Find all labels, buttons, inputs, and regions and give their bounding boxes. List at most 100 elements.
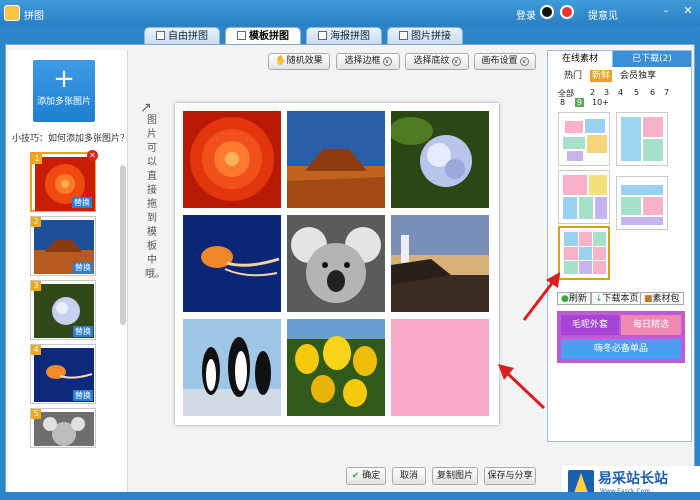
app-logo-icon (4, 5, 20, 21)
tab-label: 海报拼图 (330, 31, 370, 42)
close-window-icon[interactable]: ✕ (680, 4, 696, 18)
swap-button[interactable]: 替换 (73, 262, 93, 273)
select-background-dropdown[interactable]: 选择底纹 v (405, 53, 469, 70)
swap-button[interactable]: 替换 (73, 390, 93, 401)
login-link[interactable]: 登录 (516, 7, 536, 22)
thumb-number: 2 (31, 217, 41, 227)
refresh-label: 刷新 (568, 294, 587, 304)
list-item[interactable]: 2 替换 (30, 216, 96, 276)
copy-image-button[interactable]: 复制图片 (432, 467, 478, 485)
drag-hint-text: 图片可以直接拖到模板中哦。 (145, 115, 165, 280)
list-item[interactable]: 3 替换 (30, 280, 96, 340)
package-icon: ■ (644, 294, 653, 304)
count-6[interactable]: 6 (650, 88, 655, 97)
promo-wool-coat[interactable]: 毛呢外套 (561, 315, 619, 335)
select-border-label: 选择边框 (344, 56, 381, 66)
collage-cell-jellyfish[interactable] (183, 215, 281, 312)
collage-cell-lighthouse[interactable] (391, 215, 489, 312)
filter-new[interactable]: 新鲜 (590, 70, 613, 82)
template-item[interactable] (616, 176, 668, 230)
tab-poster-collage[interactable]: 海报拼图 (306, 27, 382, 45)
material-pack-button[interactable]: ■素材包 (640, 292, 684, 305)
promo-daily-pick[interactable]: 每日精选 (621, 315, 681, 335)
count-4[interactable]: 4 (618, 88, 623, 97)
confirm-button[interactable]: ✔ 确定 (346, 467, 386, 485)
count-2[interactable]: 2 (590, 88, 595, 97)
feedback-link[interactable]: 提意见 (588, 7, 618, 22)
collage-cell-tulips[interactable] (287, 319, 385, 416)
chevron-down-icon: v (451, 57, 461, 66)
watermark-title: 易采站长站 (598, 471, 668, 487)
count-7[interactable]: 7 (664, 88, 669, 97)
promo-winter-items[interactable]: 嗨冬必备单品 (561, 339, 681, 359)
list-item[interactable]: 4 替换 (30, 344, 96, 404)
download-page-button[interactable]: ↓下载本页 (591, 292, 643, 305)
collage-cell-desert[interactable] (287, 111, 385, 208)
template-item[interactable] (616, 112, 668, 166)
add-images-label: 添加多张图片 (36, 97, 91, 107)
canvas-settings-dropdown[interactable]: 画布设置 v (474, 53, 536, 70)
download-icon: ↓ (595, 294, 603, 304)
cancel-label: 取消 (399, 471, 418, 481)
weibo-icon[interactable] (560, 5, 574, 19)
save-share-button[interactable]: 保存与分享 (484, 467, 536, 485)
stitch-icon (399, 31, 408, 40)
check-icon: ✔ (351, 471, 360, 481)
random-effect-button[interactable]: ✋随机效果 (268, 53, 330, 70)
material-pack-label: 素材包 (652, 294, 680, 304)
plus-icon: + (53, 64, 75, 94)
chevron-down-icon: v (382, 57, 392, 66)
koala-photo (34, 412, 94, 446)
filter-hot[interactable]: 热门 (562, 70, 584, 82)
save-share-label: 保存与分享 (487, 471, 533, 481)
title-bar: 拼图 登录 提意见 – ✕ (0, 0, 700, 26)
bottom-strip (0, 492, 700, 500)
qq-icon[interactable] (540, 5, 554, 19)
thumb-number: 4 (31, 345, 41, 355)
canvas-settings-label: 画布设置 (481, 56, 518, 66)
cancel-button[interactable]: 取消 (392, 467, 426, 485)
count-3[interactable]: 3 (604, 88, 609, 97)
delete-icon[interactable]: ✕ (87, 150, 98, 161)
template-item[interactable] (558, 112, 610, 166)
tab-online-materials[interactable]: 在线素材 (548, 51, 613, 67)
select-border-dropdown[interactable]: 选择边框 v (336, 53, 400, 70)
minimize-icon[interactable]: – (658, 4, 674, 18)
collage-cell-hydrangea[interactable] (391, 111, 489, 208)
tab-image-stitch[interactable]: 图片拼接 (387, 27, 463, 45)
tab-label: 模板拼图 (249, 31, 289, 42)
tip-link[interactable]: 小技巧：如何添加多张图片？ (12, 131, 129, 144)
promo-banner[interactable]: 毛呢外套 每日精选 嗨冬必备单品 (557, 311, 685, 363)
thumb-scrollbar[interactable] (120, 165, 126, 325)
filter-vip[interactable]: 会员独享 (618, 70, 658, 82)
select-background-label: 选择底纹 (413, 56, 450, 66)
add-images-button[interactable]: + 添加多张图片 (33, 60, 95, 122)
swap-button[interactable]: 替换 (72, 197, 92, 208)
collage-cell-flower[interactable] (183, 111, 281, 208)
list-item[interactable]: 1 ✕ 替换 (30, 150, 98, 212)
count-9[interactable]: 9 (575, 98, 585, 107)
collage-canvas[interactable] (175, 103, 499, 425)
copy-image-label: 复制图片 (436, 471, 473, 481)
refresh-button[interactable]: ●刷新 (557, 292, 591, 305)
chevron-down-icon: v (519, 57, 529, 66)
tab-free-collage[interactable]: 自由拼图 (144, 27, 220, 45)
tab-label: 图片拼接 (411, 31, 451, 42)
random-icon: ✋ (275, 56, 287, 66)
count-5[interactable]: 5 (634, 88, 639, 97)
collage-cell-penguins[interactable] (183, 319, 281, 416)
tab-downloaded[interactable]: 已下载(2) (613, 51, 691, 67)
swap-button[interactable]: 替换 (73, 326, 93, 337)
template-item-selected[interactable] (558, 226, 610, 280)
collage-cell-koala[interactable] (287, 215, 385, 312)
collage-cell-empty[interactable] (391, 319, 489, 416)
count-8[interactable]: 8 (560, 98, 565, 107)
random-effect-label: 随机效果 (286, 56, 323, 66)
count-10plus[interactable]: 10+ (592, 98, 609, 107)
template-item[interactable] (558, 170, 610, 224)
tab-template-collage[interactable]: 模板拼图 (225, 27, 301, 45)
app-title: 拼图 (24, 11, 44, 22)
thumb-number: 5 (31, 409, 41, 419)
download-page-label: 下载本页 (602, 294, 639, 304)
list-item[interactable]: 5 (30, 408, 96, 448)
